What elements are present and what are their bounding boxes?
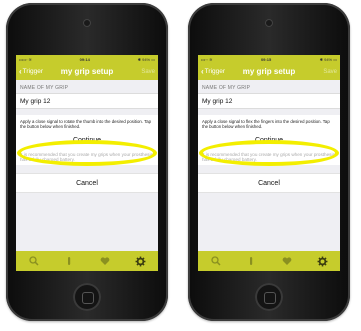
status-time: 09:14 — [79, 56, 90, 62]
signal-indicator: •••◦◦ ≋ — [201, 56, 213, 62]
battery-indicator: ✱ 94% ▭ — [137, 56, 155, 62]
heart-icon[interactable] — [280, 254, 294, 268]
chevron-left-icon: ‹ — [19, 67, 22, 76]
instruction-text: Apply a close signal to rotate the thumb… — [16, 115, 158, 132]
save-button[interactable]: Save — [323, 69, 337, 75]
instruction-text: Apply a close signal to flex the fingers… — [198, 115, 340, 132]
nav-bar: ‹ Trigger my grip setup Save — [198, 63, 340, 80]
tab-bar — [16, 251, 158, 271]
grip-name-field[interactable]: My grip 12 — [198, 93, 340, 109]
continue-highlight-left — [17, 140, 157, 166]
heart-icon[interactable] — [98, 254, 112, 268]
finger-icon[interactable] — [244, 254, 258, 268]
finger-icon[interactable] — [62, 254, 76, 268]
battery-indicator: ✱ 94% ▭ — [319, 56, 337, 62]
home-button[interactable] — [255, 283, 283, 311]
signal-indicator: •••••◦ ≋ — [19, 56, 32, 62]
section-header: NAME OF MY GRIP — [202, 85, 251, 91]
camera-icon — [83, 19, 91, 27]
search-icon[interactable] — [27, 254, 41, 268]
gear-icon[interactable] — [315, 254, 329, 268]
status-bar: •••◦◦ ≋ 09:15 ✱ 94% ▭ — [198, 55, 340, 63]
grip-name-field[interactable]: My grip 12 — [16, 93, 158, 109]
back-label: Trigger — [204, 68, 226, 75]
continue-highlight-right — [199, 140, 339, 166]
search-icon[interactable] — [209, 254, 223, 268]
back-label: Trigger — [22, 68, 44, 75]
back-button[interactable]: ‹ Trigger — [19, 67, 43, 76]
cancel-button[interactable]: Cancel — [16, 173, 158, 194]
back-button[interactable]: ‹ Trigger — [201, 67, 225, 76]
status-bar: •••••◦ ≋ 09:14 ✱ 94% ▭ — [16, 55, 158, 63]
home-button[interactable] — [73, 283, 101, 311]
chevron-left-icon: ‹ — [201, 67, 204, 76]
save-button[interactable]: Save — [141, 69, 155, 75]
gear-icon[interactable] — [133, 254, 147, 268]
status-time: 09:15 — [260, 56, 272, 62]
camera-icon — [265, 19, 273, 27]
cancel-button[interactable]: Cancel — [198, 173, 340, 194]
nav-bar: ‹ Trigger my grip setup Save — [16, 63, 158, 80]
section-header: NAME OF MY GRIP — [20, 85, 69, 91]
tab-bar — [198, 251, 340, 271]
